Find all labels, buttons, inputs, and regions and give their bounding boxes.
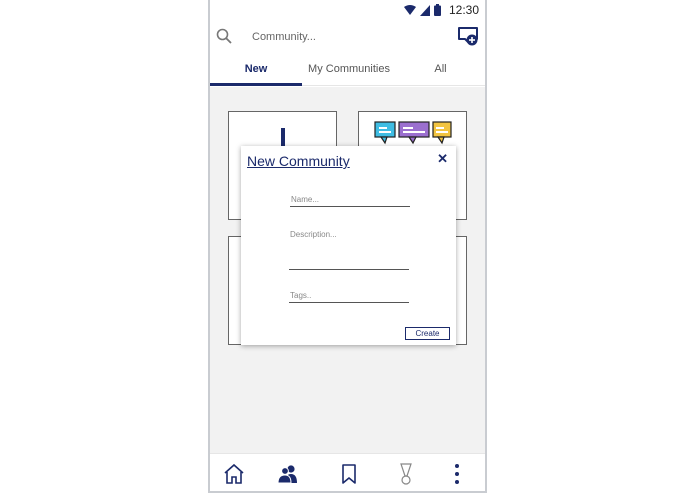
signal-icon bbox=[419, 4, 430, 16]
search-icon[interactable] bbox=[216, 28, 232, 44]
battery-icon bbox=[433, 4, 441, 16]
tab-all[interactable]: All bbox=[396, 54, 485, 86]
new-community-dialog: New Community ✕ Description... Create bbox=[241, 146, 456, 345]
name-field[interactable] bbox=[290, 193, 410, 207]
tab-my-communities[interactable]: My Communities bbox=[302, 54, 396, 86]
dialog-title: New Community bbox=[247, 153, 350, 169]
tab-new[interactable]: New bbox=[210, 54, 302, 86]
status-time: 12:30 bbox=[448, 3, 479, 17]
add-community-icon[interactable] bbox=[457, 25, 479, 47]
description-field[interactable] bbox=[289, 242, 409, 270]
chat-bubbles-icon bbox=[374, 121, 452, 145]
home-icon[interactable] bbox=[222, 462, 246, 486]
status-icons: 12:30 bbox=[403, 3, 479, 17]
tab-bar: New My Communities All bbox=[210, 54, 485, 86]
create-button[interactable]: Create bbox=[405, 327, 450, 340]
status-bar: 12:30 bbox=[210, 0, 485, 22]
close-icon[interactable]: ✕ bbox=[437, 151, 448, 167]
app-bar bbox=[210, 22, 485, 52]
community-icon[interactable] bbox=[276, 462, 300, 486]
bookmark-icon[interactable] bbox=[337, 462, 361, 486]
badge-icon[interactable] bbox=[394, 462, 418, 486]
more-icon[interactable] bbox=[445, 462, 469, 486]
phone-frame: 12:30 New My Communities All bbox=[208, 0, 487, 493]
description-placeholder: Description... bbox=[290, 230, 337, 239]
tags-field[interactable] bbox=[289, 289, 409, 303]
bottom-nav bbox=[210, 453, 485, 491]
wifi-icon bbox=[403, 4, 416, 15]
search-input[interactable] bbox=[252, 27, 432, 47]
